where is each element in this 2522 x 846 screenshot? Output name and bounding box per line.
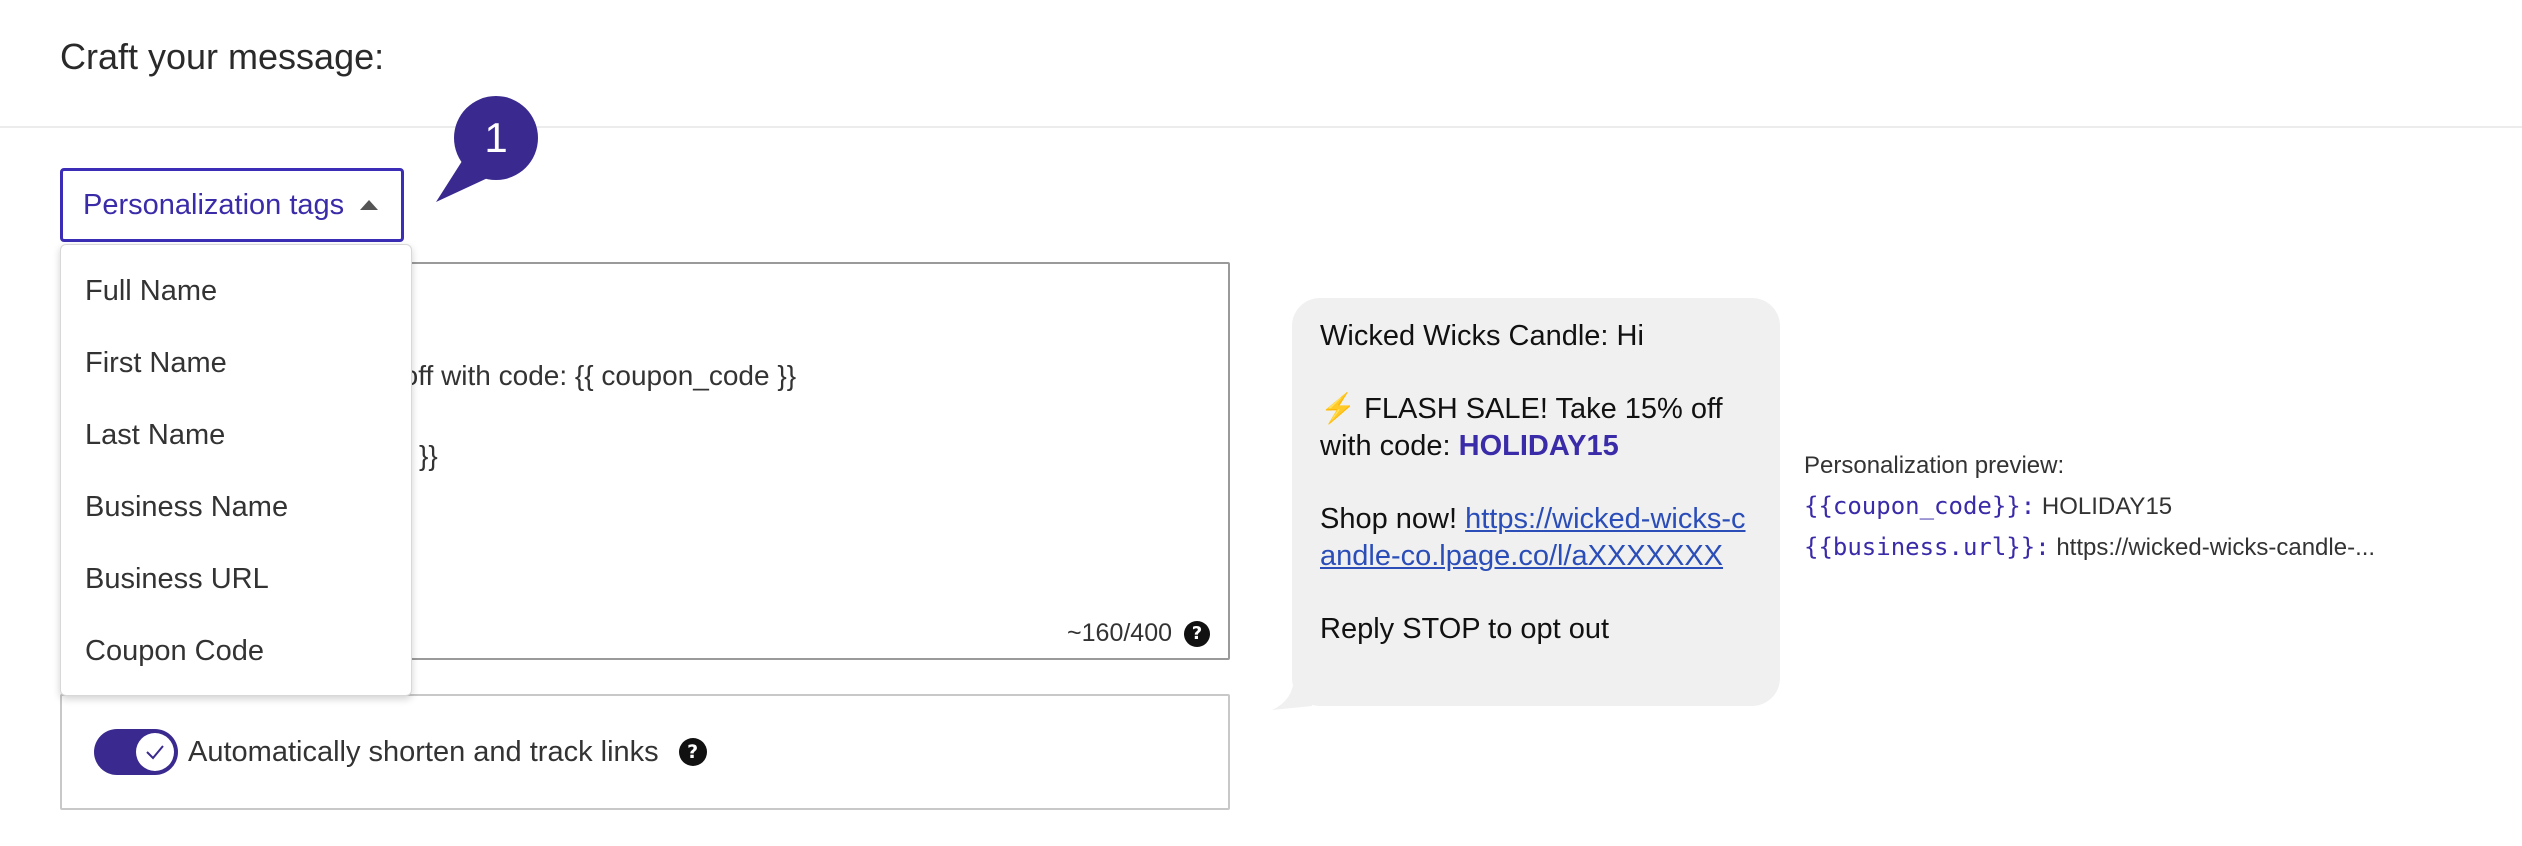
preview-tag: {{business.url}}: [1804,533,2050,561]
menu-item-first-name[interactable]: First Name [61,327,411,399]
sms-preview-bubble: Wicked Wicks Candle: Hi ⚡ FLASH SALE! Ta… [1292,298,1780,706]
header-divider [0,126,2522,128]
lightning-icon: ⚡ [1320,393,1357,425]
preview-heading: Personalization preview: [1804,452,2065,479]
preview-row: {{coupon_code}}: HOLIDAY15 [1804,486,2375,527]
link-shortening-panel: Automatically shorten and track links ? [60,694,1230,810]
menu-item-business-url[interactable]: Business URL [61,543,411,615]
personalization-tags-label: Personalization tags [83,188,345,221]
menu-item-business-name[interactable]: Business Name [61,471,411,543]
sms-line-flash-sale: ⚡ FLASH SALE! Take 15% off with code: HO… [1320,393,1723,462]
caret-up-icon [360,200,379,210]
step-callout-badge: 1 [436,96,538,202]
step-number: 1 [484,114,507,161]
preview-tag: {{coupon_code}}: [1804,492,2036,520]
sms-line-greeting: Wicked Wicks Candle: Hi [1320,320,1644,352]
personalization-preview: Personalization preview: {{coupon_code}}… [1804,446,2375,568]
shorten-links-label: Automatically shorten and track links [188,735,659,768]
menu-item-last-name[interactable]: Last Name [61,399,411,471]
preview-value: https://wicked-wicks-candle-... [2056,534,2376,561]
coupon-code: HOLIDAY15 [1458,430,1619,462]
char-count-text: ~160/400 [1067,619,1172,647]
editor-line: % off with code: {{ coupon_code }} [370,360,797,391]
personalization-tags-menu: Full Name First Name Last Name Business … [60,244,412,696]
menu-item-full-name[interactable]: Full Name [61,255,411,327]
preview-value: HOLIDAY15 [2041,493,2173,520]
help-icon[interactable]: ? [1184,620,1210,647]
personalization-tags-dropdown[interactable]: Personalization tags [60,168,404,242]
character-count: ~160/400 ? [1067,619,1210,648]
page-title: Craft your message: [60,36,385,77]
preview-row: {{business.url}}: https://wicked-wicks-c… [1804,527,2375,568]
sms-line-optout: Reply STOP to opt out [1320,613,1610,645]
shorten-links-toggle[interactable] [94,729,178,775]
help-icon[interactable]: ? [678,738,707,766]
checkmark-icon [136,733,174,771]
sms-line-shop: Shop now! https://wicked-wicks-candle-co… [1320,503,1746,572]
menu-item-coupon-code[interactable]: Coupon Code [61,615,411,687]
